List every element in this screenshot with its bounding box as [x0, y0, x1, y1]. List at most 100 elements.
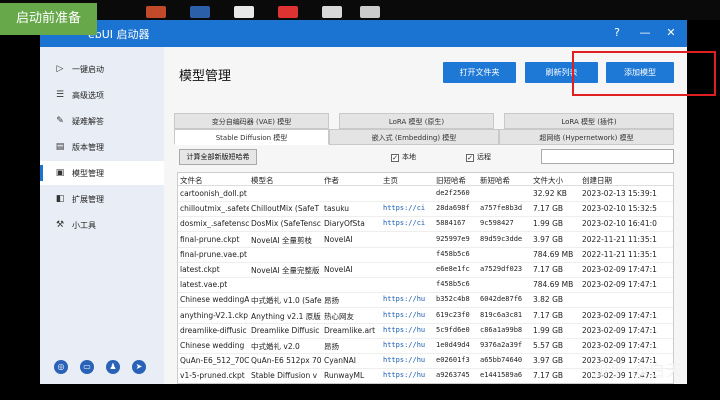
puzzle-icon: ◧	[55, 194, 65, 204]
table-cell: 925997e9	[436, 234, 470, 243]
table-cell: e1441589a6	[480, 371, 523, 380]
table-cell: a9263745	[436, 371, 470, 380]
table-cell: cartoonish_doll.pt	[180, 189, 247, 198]
checkbox-label: 远程	[477, 153, 491, 161]
table-cell: 7.17 GB	[533, 265, 564, 274]
tab-stable-diffusion[interactable]: Stable Diffusion 模型	[174, 129, 329, 145]
table-header: 文件名 模型名 作者 主页 旧短哈希 新短哈希 文件大小 创建日期	[178, 173, 673, 186]
column-header[interactable]: 作者	[324, 175, 381, 186]
table-row[interactable]: dreamlike-diffusic Dreamlike Diffusic Drea…	[178, 324, 673, 339]
table-row[interactable]: final-prune.vae.pt f458b5c6 784.69 MB 2022-…	[178, 248, 673, 263]
table-cell: NovelAI	[324, 265, 353, 274]
tab-lora-native[interactable]: LoRA 模型 (原生)	[339, 113, 494, 129]
help-button[interactable]: ?	[607, 24, 627, 42]
table-cell: 昂扬	[324, 296, 339, 306]
table-cell: 2023-02-09 17:47:1	[582, 341, 657, 350]
table-row[interactable]: final-prune.ckpt NovelAI 全量剪枝 NovelAI 92599…	[178, 233, 673, 248]
table-cell: 7.17 GB	[533, 310, 564, 320]
table-cell: Anything v2.1 原版	[251, 311, 321, 321]
table-cell: 2023-02-09 17:47:1	[582, 280, 657, 290]
table-cell: 1e0d49d4	[436, 341, 470, 349]
app-icon	[322, 6, 342, 18]
table-cell: DiaryOfSta	[324, 219, 365, 229]
table-cell: de2f2560	[436, 189, 470, 197]
column-header[interactable]: 创建日期	[582, 175, 673, 186]
wrench-icon: ✎	[56, 116, 64, 126]
start-preparation-badge: 启动前准备	[0, 3, 97, 35]
globe-icon[interactable]: ◎	[54, 360, 68, 374]
homepage-link[interactable]: https://hu	[383, 341, 434, 349]
table-row[interactable]: anything-V2.1.ckp Anything v2.1 原版 热心网友 htt…	[178, 309, 673, 324]
bilibili-icon[interactable]: ▭	[80, 360, 94, 374]
table-row[interactable]: chilloutmix_.safete ChilloutMix (SafeT tas…	[178, 202, 673, 218]
table-row[interactable]: Chinese wedding 中式婚礼 v2.0 昂扬 https://hu 1e0d…	[178, 339, 673, 354]
table-row[interactable]: cartoonish_doll.pt de2f2560 32.92 KB 2023-0…	[178, 187, 673, 202]
table-row[interactable]: dosmix_.safetensc DosMix (SafeTensc DiaryO…	[178, 217, 673, 233]
local-checkbox[interactable]: ✓ 本地	[391, 152, 416, 162]
search-input[interactable]	[541, 149, 674, 164]
calc-hash-button[interactable]: 计算全部新版短哈希	[179, 149, 257, 165]
column-header[interactable]: 主页	[383, 175, 434, 186]
table-cell: 2023-02-10 15:32:5	[582, 204, 657, 214]
minimize-button[interactable]: —	[635, 24, 655, 42]
app-icon	[190, 6, 210, 18]
homepage-link[interactable]: https://ci	[383, 219, 434, 227]
column-header[interactable]: 旧短哈希	[436, 175, 478, 186]
sidebar-item-label: 扩展管理	[72, 195, 104, 204]
homepage-link[interactable]: https://hu	[383, 356, 434, 364]
main-panel: 模型管理 打开文件夹 刷新列表 添加模型 变分自编码器 (VAE) 模型 LoR…	[164, 47, 687, 384]
homepage-link[interactable]: https://hu	[383, 311, 434, 319]
model-table: 文件名 模型名 作者 主页 旧短哈希 新短哈希 文件大小 创建日期 cartoonish_do…	[177, 172, 674, 384]
app-icon	[234, 6, 254, 18]
homepage-link[interactable]: https://ci	[383, 204, 434, 212]
table-cell: Stable Diffusion v	[251, 371, 318, 381]
active-indicator	[40, 165, 43, 181]
column-header[interactable]: 文件大小	[533, 175, 580, 186]
sidebar-item-models[interactable]: ▣ 模型管理	[40, 161, 164, 185]
table-cell: final-prune.ckpt	[180, 234, 240, 244]
open-folder-button[interactable]: 打开文件夹	[443, 62, 516, 83]
table-cell: latest.vae.pt	[180, 280, 228, 290]
table-cell: 3.97 GB	[533, 356, 564, 366]
table-cell: 5.57 GB	[533, 341, 564, 350]
table-row[interactable]: Chinese weddingA 中式婚礼 v1.0 (Safe 昂扬 https:/…	[178, 293, 673, 309]
table-cell: 5c9fd6e0	[436, 325, 470, 334]
table-cell: CyanNAI	[324, 356, 356, 366]
sidebar-item-launch[interactable]: ▷ 一键启动	[40, 57, 164, 81]
homepage-link[interactable]: https://hu	[383, 326, 434, 334]
homepage-link[interactable]: https://hu	[383, 371, 434, 379]
qq-icon[interactable]: ♟	[106, 360, 120, 374]
sidebar-item-tools[interactable]: ⚒ 小工具	[40, 213, 164, 237]
document-icon: ▤	[55, 142, 65, 152]
table-cell: c86a1a99b8	[480, 325, 523, 334]
table-cell: chilloutmix_.safete	[180, 204, 249, 214]
sidebar-item-versions[interactable]: ▤ 版本管理	[40, 135, 164, 159]
table-cell: 热心网友	[324, 311, 354, 321]
tab-hypernetwork[interactable]: 超网络 (Hypernetwork) 模型	[499, 129, 674, 145]
tab-lora-plugin[interactable]: LoRA 模型 (插件)	[504, 113, 674, 129]
table-cell: NovelAI 全量剪枝	[251, 235, 313, 245]
table-row[interactable]: latest.ckpt NovelAI 全量完整版 NovelAI e6e8e1fc a…	[178, 263, 673, 278]
tab-embedding[interactable]: 嵌入式 (Embedding) 模型	[329, 129, 499, 145]
table-cell: 2023-02-09 17:47:1	[582, 265, 657, 274]
tab-vae[interactable]: 变分自编码器 (VAE) 模型	[174, 113, 329, 129]
sidebar-item-advanced[interactable]: ☰ 高级选项	[40, 83, 164, 107]
table-cell: 2023-02-10 16:41:0	[582, 219, 657, 229]
close-button[interactable]: ✕	[661, 24, 681, 42]
column-header[interactable]: 文件名	[180, 175, 249, 186]
column-header[interactable]: 新短哈希	[480, 175, 530, 186]
homepage-link[interactable]: https://hu	[383, 295, 434, 303]
table-cell: latest.ckpt	[180, 265, 220, 274]
table-row[interactable]: latest.vae.pt f458b5c6 784.69 MB 2023-02-09…	[178, 278, 673, 294]
table-cell: 中式婚礼 v1.0 (Safe	[251, 296, 322, 306]
telegram-icon[interactable]: ➤	[132, 360, 146, 374]
table-cell: 7.17 GB	[533, 204, 564, 214]
remote-checkbox[interactable]: ✓ 远程	[466, 152, 491, 162]
column-header[interactable]: 模型名	[251, 175, 322, 186]
sidebar-item-extensions[interactable]: ◧ 扩展管理	[40, 187, 164, 211]
table-cell: Dreamlike.art	[324, 325, 376, 335]
play-icon: ▷	[56, 64, 64, 74]
table-cell: 9c598427	[480, 219, 514, 228]
sidebar-item-troubleshoot[interactable]: ✎ 疑难解答	[40, 109, 164, 133]
checkbox-checked: ✓	[466, 154, 474, 162]
